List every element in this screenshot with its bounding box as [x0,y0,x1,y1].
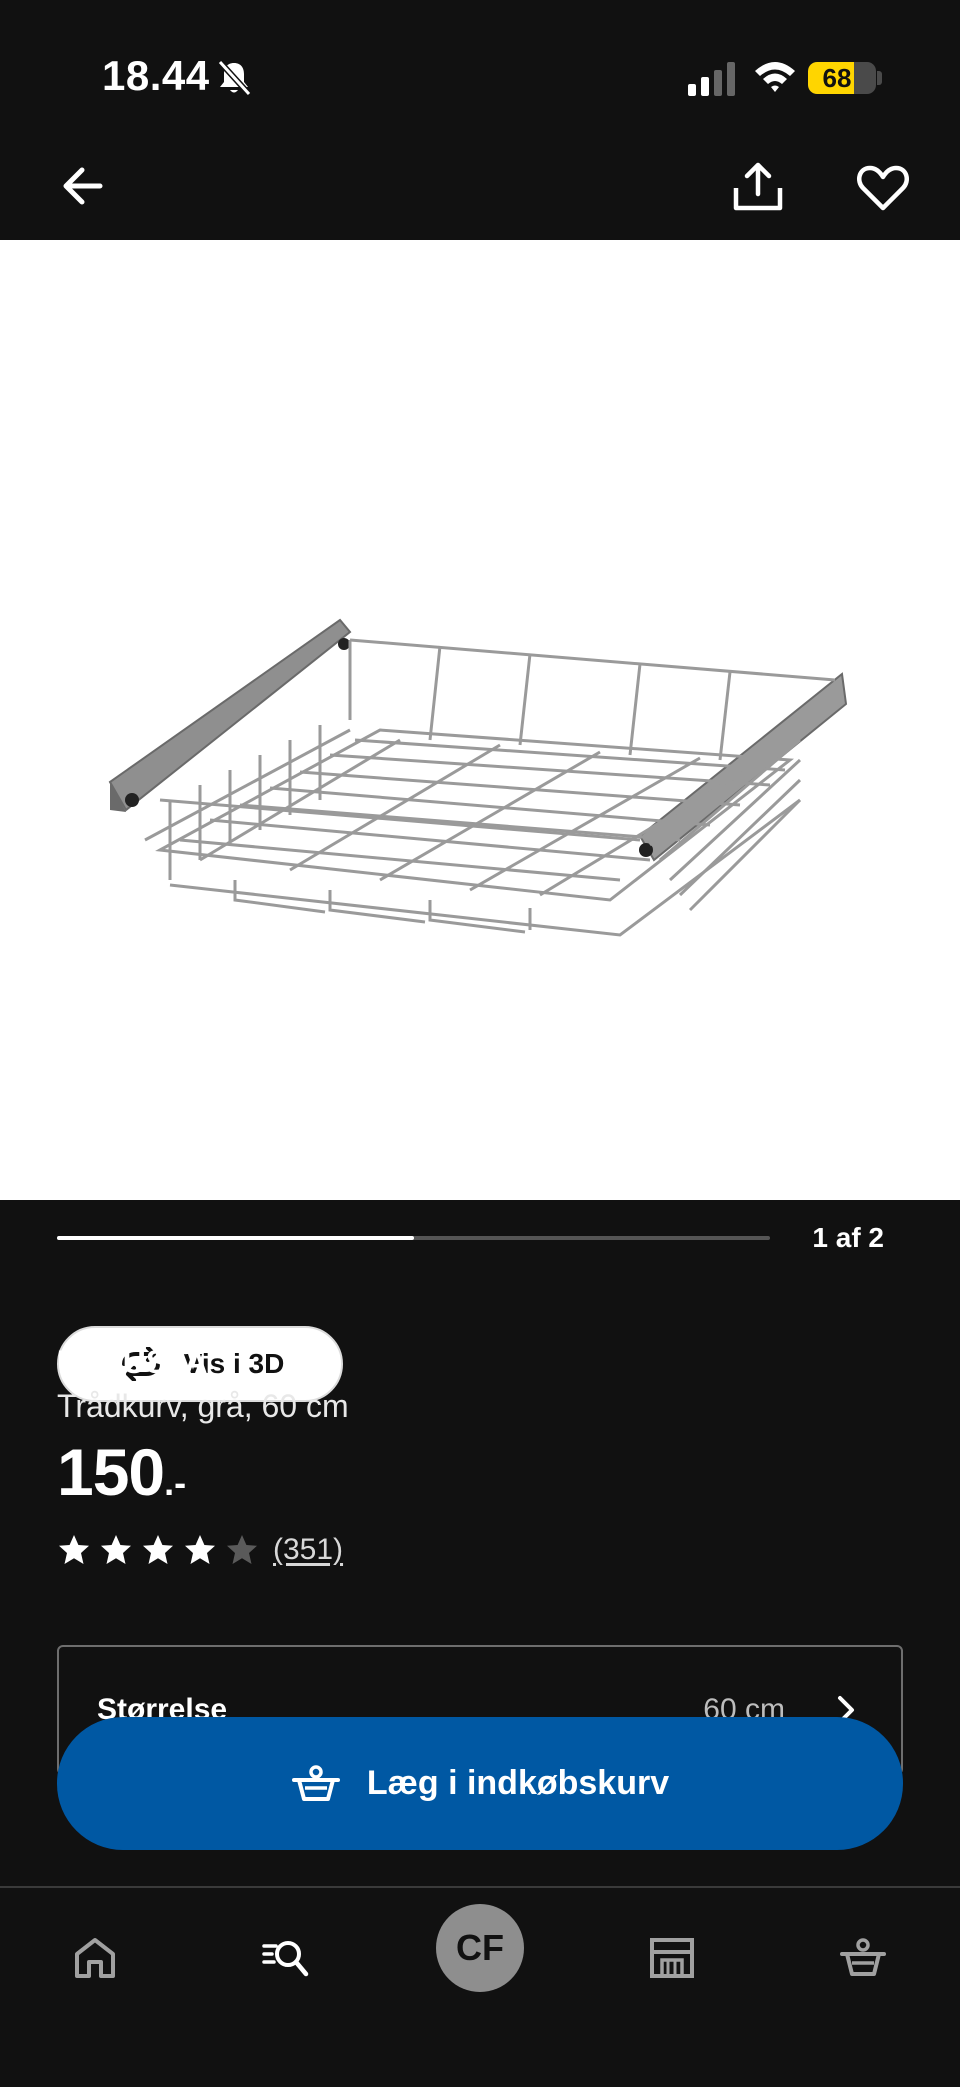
status-time: 18.44 [102,52,210,99]
nav-search[interactable] [246,1918,326,1998]
share-icon[interactable] [728,158,788,218]
star-filled-icon [59,1535,89,1564]
store-icon [650,1938,694,1978]
star-filled-icon [143,1535,173,1564]
basket-icon [291,1764,340,1801]
wifi-icon [755,62,795,92]
nav-stores[interactable] [632,1918,712,1998]
product-price: 150.- [57,1434,186,1510]
battery-tip [877,71,882,85]
nav-basket[interactable] [823,1918,903,1998]
gallery-progress-bar [57,1236,770,1240]
profile-avatar[interactable]: CF [436,1904,524,1992]
bottom-navigation: CF [0,1888,960,2087]
gallery-progress-fill [57,1236,414,1240]
basket-icon [840,1938,886,1976]
product-brand: UTRUSTA [57,1344,208,1380]
heart-icon[interactable] [853,158,913,218]
nav-home[interactable] [55,1918,135,1998]
add-to-cart-button[interactable]: Læg i indkøbskurv [57,1717,903,1850]
add-to-cart-label: Læg i indkøbskurv [366,1764,670,1802]
star-filled-icon [101,1535,131,1564]
price-main: 150 [57,1435,165,1509]
product-image [0,240,960,1200]
search-icon [262,1941,309,1977]
cellular-signal-icon [688,62,735,96]
battery-indicator: 68 [808,62,876,94]
battery-level: 68 [822,63,852,93]
star-filled-icon [185,1535,215,1564]
review-count-link[interactable]: (351) [273,1533,343,1567]
bell-muted-icon [217,59,252,97]
status-bar: 18.44 68 [0,0,960,211]
price-suffix: .- [164,1462,187,1503]
gallery-page-indicator: 1 af 2 [812,1222,884,1253]
home-icon [75,1938,115,1978]
product-rating[interactable]: (351) [57,1530,343,1570]
back-arrow-icon[interactable] [56,156,116,216]
product-description: Trådkurv, grå, 60 cm [57,1388,349,1424]
star-empty-icon [227,1535,257,1564]
product-image-gallery[interactable]: Vis i 3D [0,240,960,1402]
